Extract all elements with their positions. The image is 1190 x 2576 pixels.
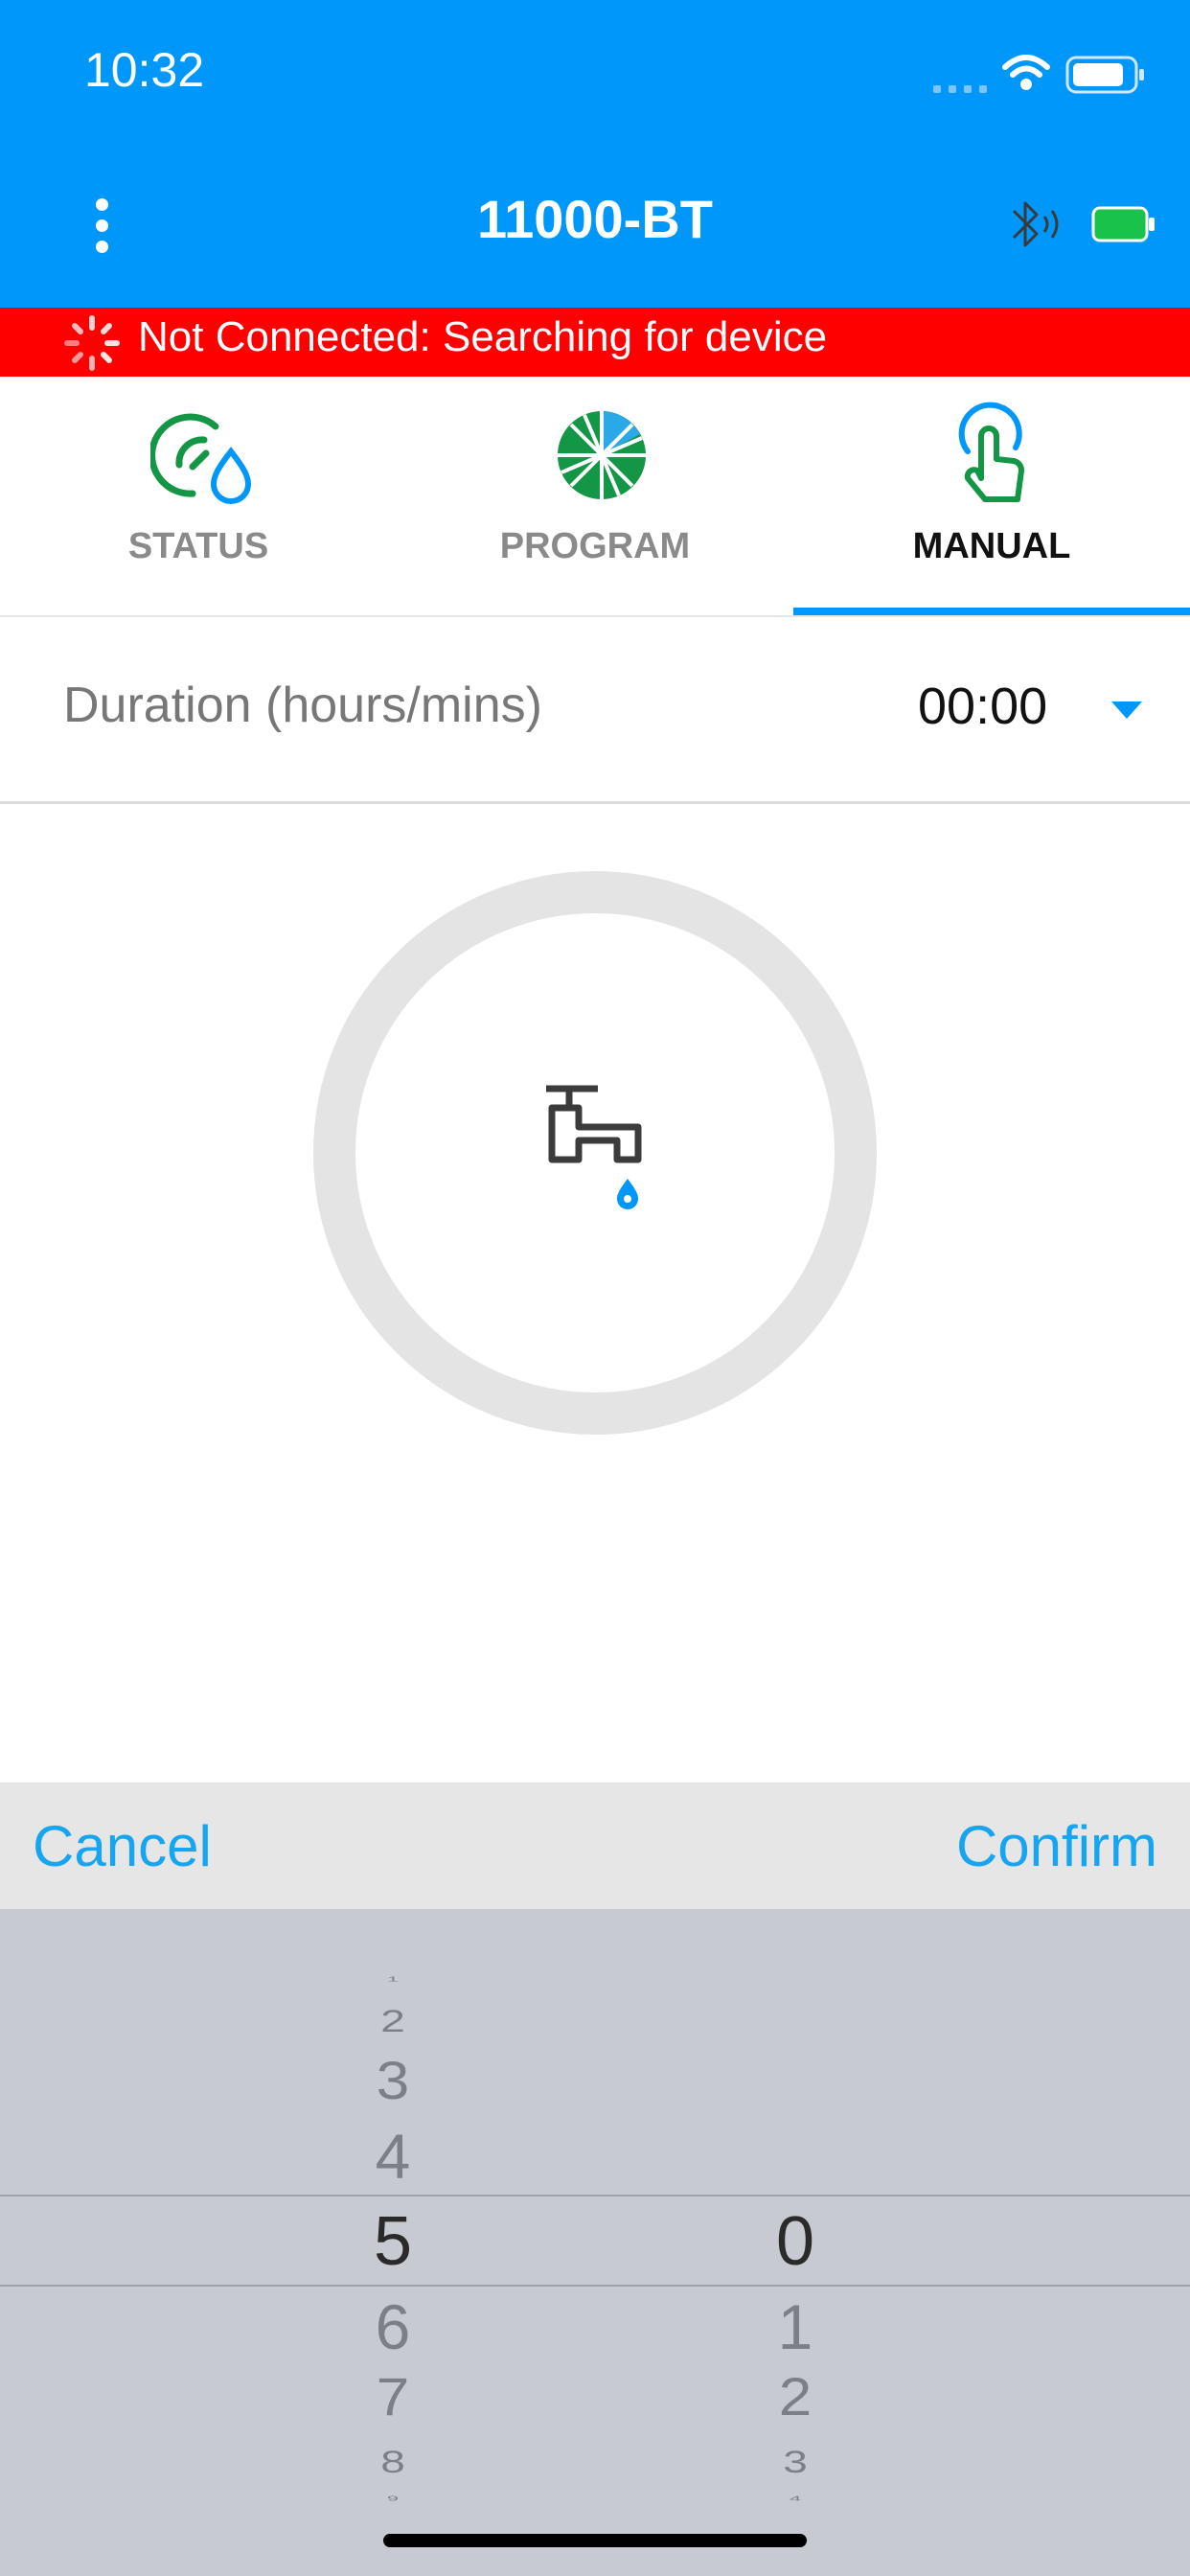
loading-spinner-icon [61, 312, 123, 374]
confirm-button[interactable]: Confirm [956, 1813, 1157, 1879]
tab-bar: STATUS PROGRAM MANUAL [0, 377, 1190, 617]
minutes-option[interactable]: 3 [738, 2444, 853, 2480]
tab-program[interactable]: PROGRAM [397, 377, 793, 615]
tab-status[interactable]: STATUS [0, 377, 397, 615]
sprinkler-wheel-icon [556, 409, 652, 505]
faucet-icon [542, 1083, 648, 1217]
hours-option[interactable]: 3 [335, 2051, 450, 2112]
gauge-drop-icon [149, 405, 252, 504]
hours-option[interactable]: 4 [335, 2120, 450, 2193]
tab-label: STATUS [127, 526, 269, 566]
picker-selection-bottom-line [0, 2285, 1190, 2287]
tab-label: PROGRAM [499, 526, 691, 566]
battery-icon [1065, 56, 1146, 94]
minutes-option[interactable]: 1 [738, 2290, 853, 2363]
hours-option[interactable]: 8 [335, 2444, 450, 2480]
hours-option[interactable]: 6 [335, 2290, 450, 2363]
cancel-button[interactable]: Cancel [33, 1813, 212, 1879]
cellular-signal-icon [933, 80, 989, 93]
hours-option[interactable]: 1 [335, 1974, 450, 1983]
active-tab-indicator [793, 608, 1190, 615]
tab-label: MANUAL [912, 526, 1071, 566]
hours-selected[interactable]: 5 [335, 2202, 450, 2281]
tap-hand-icon [947, 402, 1042, 502]
device-battery-icon [1090, 205, 1157, 243]
minutes-option[interactable]: 4 [738, 2494, 853, 2502]
tab-manual[interactable]: MANUAL [793, 377, 1190, 615]
banner-text: Not Connected: Searching for device [138, 313, 828, 360]
dropdown-caret-icon[interactable] [1111, 702, 1142, 719]
status-time: 10:32 [84, 43, 205, 97]
duration-picker[interactable] [0, 1909, 1190, 2576]
hours-option[interactable]: 9 [335, 2494, 450, 2502]
hours-option[interactable]: 7 [335, 2367, 450, 2428]
bluetooth-icon [1004, 196, 1065, 253]
duration-value[interactable]: 00:00 [918, 677, 1047, 736]
home-indicator[interactable] [383, 2534, 807, 2547]
hours-option[interactable]: 2 [335, 2003, 450, 2039]
minutes-selected[interactable]: 0 [738, 2202, 853, 2281]
picker-selection-top-line [0, 2195, 1190, 2196]
minutes-option[interactable]: 2 [738, 2367, 853, 2428]
duration-label: Duration (hours/mins) [63, 678, 542, 733]
wifi-icon [1002, 54, 1050, 92]
